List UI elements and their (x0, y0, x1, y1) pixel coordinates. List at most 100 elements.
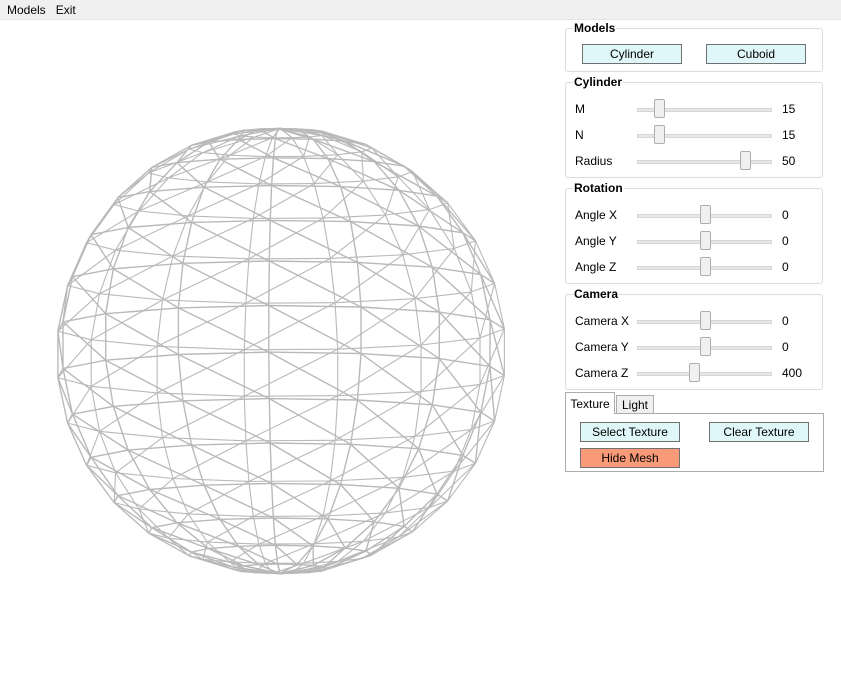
cylinder-group-title: Cylinder (573, 75, 624, 89)
mesh-edge (168, 177, 208, 183)
mesh-edge (105, 307, 179, 315)
menu-exit[interactable]: Exit (51, 0, 81, 20)
cylinder-button[interactable]: Cylinder (582, 44, 682, 64)
mesh-edge (162, 437, 246, 442)
mesh-edge (238, 544, 276, 547)
mesh-edge (340, 484, 375, 523)
mesh-edge (439, 357, 491, 368)
mesh-edge (127, 449, 205, 486)
mesh-edge (105, 360, 114, 407)
mesh-edge (112, 227, 129, 270)
slider-radius[interactable] (637, 160, 772, 164)
mesh-edge (117, 166, 153, 199)
slider-thumb-n[interactable] (653, 125, 665, 144)
menu-bar: Models Exit (0, 0, 841, 20)
mesh-edge (156, 299, 164, 347)
mesh-edge (254, 136, 273, 139)
mesh-edge (238, 545, 278, 565)
mesh-edge (71, 276, 107, 315)
mesh-edge (207, 181, 259, 185)
mesh-edge (253, 480, 331, 517)
slider-label-radius: Radius (575, 154, 613, 168)
mesh-edge (269, 219, 358, 264)
mesh-edge (172, 478, 189, 515)
mesh-edge (57, 377, 92, 387)
slider-thumb-camera-x[interactable] (699, 311, 711, 330)
mesh-edge (90, 234, 114, 270)
slider-thumb-camera-z[interactable] (688, 363, 700, 382)
mesh-edge (182, 397, 270, 402)
mesh-edge (271, 482, 329, 520)
slider-thumb-camera-y[interactable] (699, 337, 711, 356)
slider-thumb-m[interactable] (653, 99, 665, 118)
mesh-edge (322, 218, 331, 259)
slider-thumb-angle-z[interactable] (699, 257, 711, 276)
mesh-edge (275, 544, 314, 547)
mesh-edge (334, 302, 339, 350)
mesh-edge (190, 186, 205, 223)
slider-value-n: 15 (782, 128, 796, 142)
mesh-edge (337, 154, 364, 182)
mesh-edge (219, 517, 274, 521)
mesh-edge (330, 254, 403, 259)
mesh-edge (245, 258, 250, 304)
tab-texture[interactable]: Texture (565, 392, 615, 414)
mesh-edge (420, 337, 481, 346)
mesh-edge (275, 137, 314, 140)
mesh-edge (462, 232, 496, 284)
mesh-edge (335, 435, 415, 441)
slider-camera-z[interactable] (637, 372, 772, 376)
mesh-edge (268, 220, 271, 262)
mesh-edge (162, 395, 245, 439)
slider-value-camera-x: 0 (782, 314, 789, 328)
mesh-edge (363, 176, 399, 182)
slider-value-angle-z: 0 (782, 260, 789, 274)
mesh-edge (271, 482, 341, 486)
mesh-edge (402, 254, 416, 299)
mesh-edge (188, 513, 254, 517)
slider-thumb-angle-x[interactable] (699, 205, 711, 224)
slider-value-angle-y: 0 (782, 234, 789, 248)
mesh-edge (204, 184, 272, 188)
mesh-edge (172, 440, 247, 479)
mesh-edge (162, 258, 250, 301)
tab-light[interactable]: Light (616, 395, 654, 414)
menu-models[interactable]: Models (2, 0, 51, 20)
slider-thumb-radius[interactable] (740, 151, 751, 170)
slider-value-radius: 50 (782, 154, 796, 168)
mesh-edge (432, 404, 481, 413)
mesh-edge (269, 185, 273, 221)
mesh-edge (245, 395, 338, 442)
mesh-edge (72, 405, 114, 415)
mesh-edge (357, 399, 420, 450)
mesh-edge (273, 157, 328, 160)
clear-texture-button[interactable]: Clear Texture (709, 422, 809, 442)
mesh-edge (453, 248, 472, 293)
mesh-edge (191, 444, 272, 485)
mesh-edge (418, 404, 433, 449)
mesh-edge (269, 260, 358, 264)
mesh-edge (329, 258, 336, 303)
mesh-edge (494, 283, 505, 330)
mesh-edge (243, 396, 247, 441)
select-texture-button[interactable]: Select Texture (580, 422, 680, 442)
mesh-edge (252, 516, 260, 545)
slider-thumb-angle-y[interactable] (699, 231, 711, 250)
mesh-edge (268, 352, 270, 399)
slider-row-m: M 15 (566, 99, 824, 119)
mesh-edge (113, 501, 153, 529)
render-viewport[interactable] (0, 21, 562, 682)
mesh-edge (431, 358, 440, 405)
texture-tab-panel: Select Texture Clear Texture Hide Mesh (565, 413, 824, 472)
mesh-edge (128, 221, 192, 229)
mesh-edge (148, 527, 153, 534)
mesh-edge (62, 313, 106, 323)
models-group: Models Cylinder Cuboid (565, 21, 823, 72)
cuboid-button[interactable]: Cuboid (706, 44, 806, 64)
mesh-edge (272, 138, 277, 158)
mesh-edge (357, 261, 433, 268)
slider-value-m: 15 (782, 102, 796, 116)
hide-mesh-button[interactable]: Hide Mesh (580, 448, 680, 468)
mesh-edge (245, 439, 336, 442)
mesh-edge (362, 180, 386, 216)
